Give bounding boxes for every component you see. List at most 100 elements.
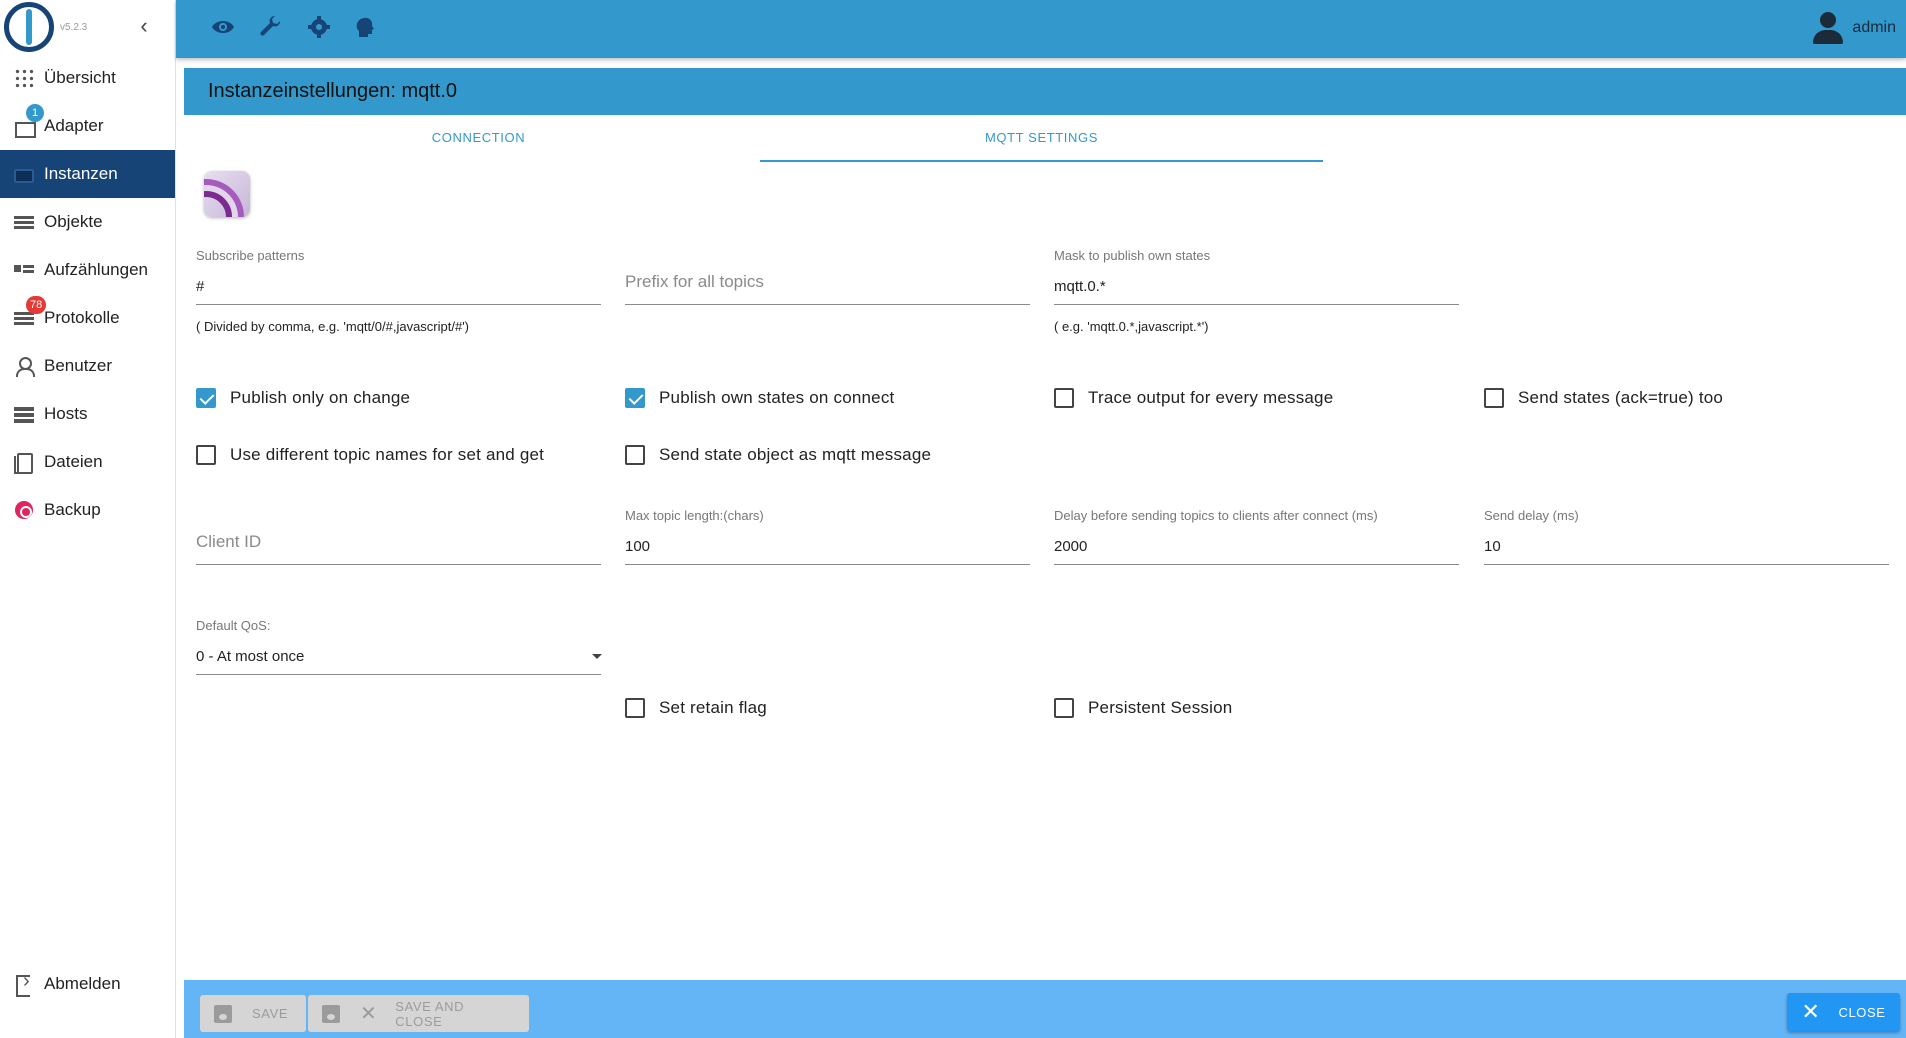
checkbox-label: Send states (ack=true) too bbox=[1518, 388, 1724, 407]
checkbox-checked[interactable] bbox=[625, 388, 645, 408]
logout-button[interactable]: Abmelden bbox=[0, 960, 176, 1008]
checkbox-unchecked[interactable] bbox=[1484, 388, 1504, 408]
checkbox-unchecked[interactable] bbox=[1054, 388, 1074, 408]
subscribe-patterns-input[interactable]: # bbox=[196, 278, 204, 295]
mqtt-adapter-logo bbox=[204, 171, 250, 217]
top-bar: admin bbox=[176, 0, 1906, 58]
checkbox-label: Publish only on change bbox=[230, 388, 411, 407]
files-icon bbox=[14, 452, 34, 474]
sidebar: v5.2.3 ‹ Übersicht 1 Adapter Instanzen O… bbox=[0, 0, 176, 1038]
field-helper-text: ( Divided by comma, e.g. 'mqtt/0/#,javas… bbox=[196, 319, 470, 334]
max-topic-length-input[interactable]: 100 bbox=[625, 538, 650, 555]
checkbox-label: Set retain flag bbox=[659, 698, 767, 717]
hosts-icon bbox=[14, 404, 34, 424]
save-and-close-label: SAVE AND CLOSE bbox=[395, 998, 465, 1029]
send-delay-field[interactable]: Send delay (ms) 10 bbox=[1484, 508, 1889, 568]
connect-delay-input[interactable]: 2000 bbox=[1054, 538, 1087, 555]
checkbox-unchecked[interactable] bbox=[625, 698, 645, 718]
tab-connection[interactable]: CONNECTION bbox=[197, 115, 760, 161]
settings-tabs: CONNECTION MQTT SETTINGS bbox=[184, 115, 1906, 163]
input-underline bbox=[625, 564, 1030, 565]
field-label: Delay before sending topics to clients a… bbox=[1054, 508, 1378, 523]
close-icon: ✕ bbox=[1801, 999, 1821, 1024]
save-button[interactable]: SAVE bbox=[200, 995, 306, 1032]
prefix-field[interactable]: Prefix for all topics bbox=[625, 248, 1030, 308]
save-and-close-button[interactable]: ✕ SAVE AND CLOSE bbox=[308, 995, 529, 1032]
client-id-field[interactable]: Client ID bbox=[196, 508, 601, 568]
input-underline bbox=[196, 304, 601, 305]
version-label: v5.2.3 bbox=[60, 22, 88, 33]
logout-label: Abmelden bbox=[44, 974, 121, 993]
sidebar-item-label: Benutzer bbox=[44, 356, 113, 375]
list-icon bbox=[14, 212, 34, 232]
default-qos-select[interactable]: Default QoS: 0 - At most once bbox=[196, 618, 602, 678]
active-tab-indicator bbox=[760, 160, 1323, 162]
checkbox-label: Publish own states on connect bbox=[659, 388, 895, 407]
user-menu[interactable]: admin bbox=[1810, 10, 1896, 46]
sidebar-item-label: Backup bbox=[44, 500, 101, 519]
sidebar-item-files[interactable]: Dateien bbox=[0, 438, 175, 486]
checkbox-checked[interactable] bbox=[196, 388, 216, 408]
checkbox-unchecked[interactable] bbox=[196, 445, 216, 465]
publish-mask-field[interactable]: Mask to publish own states mqtt.0.* ( e.… bbox=[1054, 248, 1459, 338]
retain-flag-checkbox[interactable]: Set retain flag bbox=[625, 698, 767, 718]
checkbox-unchecked[interactable] bbox=[625, 445, 645, 465]
collapse-sidebar-icon[interactable]: ‹ bbox=[134, 14, 154, 38]
sidebar-item-overview[interactable]: Übersicht bbox=[0, 54, 175, 102]
save-button-label: SAVE bbox=[252, 1006, 289, 1021]
checkbox-label: Trace output for every message bbox=[1088, 388, 1334, 407]
eye-icon[interactable] bbox=[210, 15, 236, 41]
logout-icon bbox=[14, 970, 34, 997]
settings-icon[interactable] bbox=[306, 15, 332, 41]
persistent-session-checkbox[interactable]: Persistent Session bbox=[1054, 698, 1232, 718]
sidebar-item-label: Objekte bbox=[44, 212, 103, 231]
adapter-update-badge: 1 bbox=[26, 104, 44, 122]
sidebar-item-adapter[interactable]: 1 Adapter bbox=[0, 102, 175, 150]
close-button[interactable]: ✕ CLOSE bbox=[1787, 993, 1900, 1031]
input-underline bbox=[196, 564, 601, 565]
page-title: Instanzeinstellungen: mqtt.0 bbox=[208, 80, 458, 102]
tab-mqtt-settings[interactable]: MQTT SETTINGS bbox=[760, 115, 1323, 161]
sidebar-item-hosts[interactable]: Hosts bbox=[0, 390, 175, 438]
publish-on-connect-checkbox[interactable]: Publish own states on connect bbox=[625, 388, 894, 408]
input-underline bbox=[1054, 564, 1459, 565]
prefix-input[interactable]: Prefix for all topics bbox=[625, 272, 764, 292]
enum-icon bbox=[14, 260, 34, 280]
send-ack-states-checkbox[interactable]: Send states (ack=true) too bbox=[1484, 388, 1723, 408]
save-icon bbox=[214, 1004, 232, 1023]
different-topic-names-checkbox[interactable]: Use different topic names for set and ge… bbox=[196, 445, 544, 465]
expert-head-icon[interactable] bbox=[352, 15, 378, 41]
user-icon bbox=[14, 356, 35, 377]
iobroker-logo bbox=[4, 2, 54, 52]
sidebar-item-label: Übersicht bbox=[44, 68, 116, 87]
sidebar-header: v5.2.3 ‹ bbox=[0, 0, 175, 54]
save-icon bbox=[322, 1004, 340, 1023]
input-underline bbox=[1484, 564, 1889, 565]
sidebar-item-backup[interactable]: Backup bbox=[0, 486, 175, 534]
sidebar-item-enums[interactable]: Aufzählungen bbox=[0, 246, 175, 294]
account-icon bbox=[1810, 10, 1846, 46]
wrench-icon[interactable] bbox=[258, 15, 284, 41]
max-topic-length-field[interactable]: Max topic length:(chars) 100 bbox=[625, 508, 1030, 568]
field-label: Mask to publish own states bbox=[1054, 248, 1211, 263]
send-delay-input[interactable]: 10 bbox=[1484, 538, 1501, 555]
publish-mask-input[interactable]: mqtt.0.* bbox=[1054, 278, 1106, 295]
sidebar-item-instances[interactable]: Instanzen bbox=[0, 150, 175, 198]
checkbox-unchecked[interactable] bbox=[1054, 698, 1074, 718]
input-underline bbox=[196, 674, 601, 675]
backup-icon bbox=[14, 500, 34, 520]
connect-delay-field[interactable]: Delay before sending topics to clients a… bbox=[1054, 508, 1459, 568]
default-qos-value[interactable]: 0 - At most once bbox=[196, 648, 304, 665]
publish-on-change-checkbox[interactable]: Publish only on change bbox=[196, 388, 410, 408]
sidebar-item-logs[interactable]: 78 Protokolle bbox=[0, 294, 175, 342]
sidebar-item-users[interactable]: Benutzer bbox=[0, 342, 175, 390]
send-state-object-checkbox[interactable]: Send state object as mqtt message bbox=[625, 445, 931, 465]
client-id-input[interactable]: Client ID bbox=[196, 532, 261, 552]
trace-output-checkbox[interactable]: Trace output for every message bbox=[1054, 388, 1333, 408]
dropdown-arrow-icon[interactable] bbox=[592, 654, 602, 659]
log-count-badge: 78 bbox=[26, 296, 47, 314]
subscribe-patterns-field[interactable]: Subscribe patterns # ( Divided by comma,… bbox=[196, 248, 601, 338]
instance-settings-panel: Instanzeinstellungen: mqtt.0 CONNECTION … bbox=[184, 68, 1906, 1038]
sidebar-item-objects[interactable]: Objekte bbox=[0, 198, 175, 246]
logout-area: Abmelden bbox=[0, 960, 176, 1008]
